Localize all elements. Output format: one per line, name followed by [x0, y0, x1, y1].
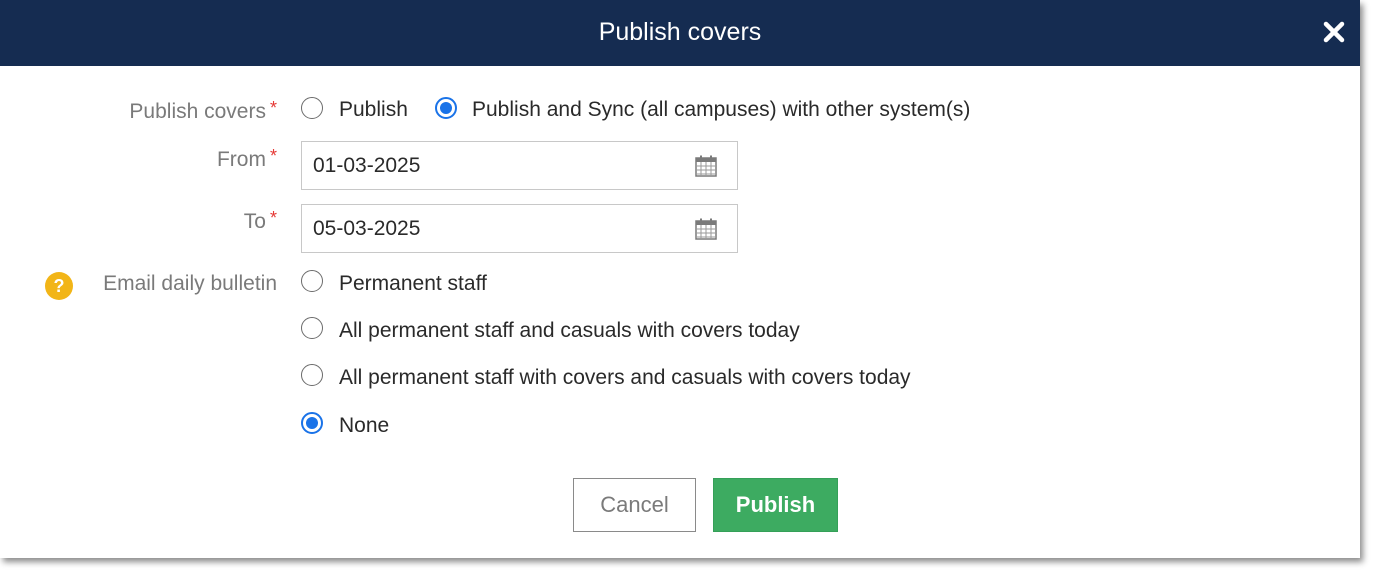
question-icon[interactable]: ?	[45, 272, 73, 300]
radio-publish-label[interactable]: Publish	[339, 98, 408, 122]
required-mark: *	[269, 98, 277, 118]
cancel-button[interactable]: Cancel	[573, 478, 696, 532]
from-date-value[interactable]: 01-03-2025	[313, 154, 420, 178]
to-date-field[interactable]: 05-03-2025	[301, 204, 738, 253]
radio-permanent-staff-label[interactable]: Permanent staff	[339, 272, 487, 296]
close-icon[interactable]	[1322, 20, 1346, 44]
required-mark: *	[269, 208, 277, 228]
radio-permanent-staff[interactable]	[301, 270, 323, 292]
to-label: To *	[243, 208, 277, 233]
publish-covers-label: Publish covers *	[129, 98, 277, 123]
email-daily-bulletin-label: Email daily bulletin	[103, 272, 277, 295]
radio-none-label[interactable]: None	[339, 414, 389, 438]
radio-none[interactable]	[301, 412, 323, 434]
radio-publish-and-sync-label[interactable]: Publish and Sync (all campuses) with oth…	[472, 98, 970, 122]
radio-all-permanent-and-casuals[interactable]	[301, 317, 323, 339]
radio-publish[interactable]	[301, 97, 323, 119]
radio-all-permanent-and-casuals-label[interactable]: All permanent staff and casuals with cov…	[339, 319, 800, 343]
dialog-title: Publish covers	[598, 18, 762, 46]
publish-covers-dialog: Publish covers Publish covers * Publish P…	[0, 0, 1360, 558]
calendar-icon[interactable]	[695, 155, 717, 177]
radio-permanent-with-covers-and-casuals[interactable]	[301, 364, 323, 386]
required-mark: *	[269, 146, 277, 166]
dialog-header: Publish covers	[0, 0, 1360, 66]
radio-permanent-with-covers-and-casuals-label[interactable]: All permanent staff with covers and casu…	[339, 366, 911, 390]
calendar-icon[interactable]	[695, 218, 717, 240]
from-date-field[interactable]: 01-03-2025	[301, 141, 738, 190]
from-label: From *	[216, 146, 277, 171]
radio-publish-and-sync[interactable]	[435, 97, 457, 119]
to-date-value[interactable]: 05-03-2025	[313, 217, 420, 241]
publish-button[interactable]: Publish	[713, 478, 838, 532]
